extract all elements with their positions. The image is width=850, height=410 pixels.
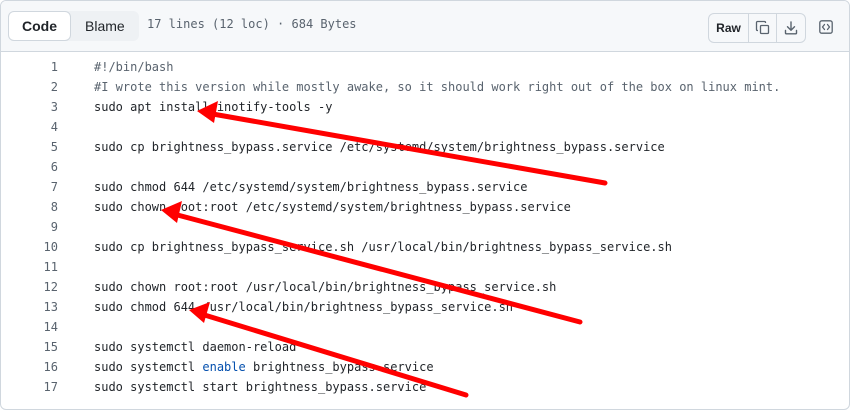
line-content: sudo chown root:root /etc/systemd/system… (94, 200, 571, 214)
line-content: sudo cp brightness_bypass_service.sh /us… (94, 240, 672, 254)
code-line: 14 (1, 317, 849, 337)
line-content: sudo systemctl daemon-reload (94, 340, 297, 354)
code-line: 8 sudo chown root:root /etc/systemd/syste… (1, 197, 849, 217)
line-number[interactable]: 17 (1, 377, 58, 397)
download-button[interactable] (777, 14, 805, 42)
file-info: 17 lines (12 loc) · 684 Bytes (147, 17, 357, 31)
raw-button[interactable]: Raw (709, 14, 749, 42)
code-line: 6 (1, 157, 849, 177)
line-number[interactable]: 6 (1, 157, 58, 177)
line-number[interactable]: 4 (1, 117, 58, 137)
line-content: sudo apt install inotify-tools -y (94, 100, 333, 114)
code-line: 7 sudo chmod 644 /etc/systemd/system/brig… (1, 177, 849, 197)
line-number[interactable]: 8 (1, 197, 58, 217)
code-line: 4 (1, 117, 849, 137)
line-content: sudo chown root:root /usr/local/bin/brig… (94, 280, 557, 294)
line-content: #!/bin/bash (94, 60, 174, 74)
line-number[interactable]: 2 (1, 77, 58, 97)
code-line: 5 sudo cp brightness_bypass.service /etc/… (1, 137, 849, 157)
line-number[interactable]: 1 (1, 57, 58, 77)
line-number[interactable]: 7 (1, 177, 58, 197)
code-line: 11 (1, 257, 849, 277)
line-number[interactable]: 16 (1, 357, 58, 377)
line-number[interactable]: 12 (1, 277, 58, 297)
line-content: sudo chmod 644 /usr/local/bin/brightness… (94, 300, 514, 314)
code-text: sudo systemctl (94, 360, 203, 374)
file-header: Code Blame 17 lines (12 loc) · 684 Bytes… (1, 1, 849, 52)
line-number[interactable]: 3 (1, 97, 58, 117)
copy-raw-button[interactable] (749, 14, 777, 42)
line-number[interactable]: 5 (1, 137, 58, 157)
code-line: 15 sudo systemctl daemon-reload (1, 337, 849, 357)
code-listing: 1 #!/bin/bash 2 #I wrote this version while… (1, 57, 849, 397)
tab-code[interactable]: Code (8, 11, 71, 41)
download-icon (784, 21, 798, 35)
symbols-panel-icon (819, 20, 833, 34)
code-line: 1 #!/bin/bash (1, 57, 849, 77)
code-line: 10 sudo cp brightness_bypass_service.sh /… (1, 237, 849, 257)
line-number[interactable]: 14 (1, 317, 58, 337)
line-content: #I wrote this version while mostly awake… (94, 80, 781, 94)
line-number[interactable]: 10 (1, 237, 58, 257)
view-mode-toggle: Code Blame (8, 11, 139, 41)
file-actions: Raw (708, 13, 806, 43)
code-line: 12 sudo chown root:root /usr/local/bin/br… (1, 277, 849, 297)
line-number[interactable]: 9 (1, 217, 58, 237)
symbols-panel-button[interactable] (812, 13, 840, 41)
file-viewer: Code Blame 17 lines (12 loc) · 684 Bytes… (0, 0, 850, 410)
line-content: sudo systemctl start brightness_bypass.s… (94, 380, 427, 394)
code-line: 9 (1, 217, 849, 237)
tab-blame[interactable]: Blame (71, 11, 139, 41)
line-number[interactable]: 11 (1, 257, 58, 277)
line-content: sudo cp brightness_bypass.service /etc/s… (94, 140, 665, 154)
code-line: 13 sudo chmod 644 /usr/local/bin/brightne… (1, 297, 849, 317)
line-content: sudo chmod 644 /etc/systemd/system/brigh… (94, 180, 528, 194)
code-text: brightness_bypass.service (245, 360, 434, 374)
code-line: 17 sudo systemctl start brightness_bypass… (1, 377, 849, 397)
copy-icon (755, 20, 769, 35)
keyword-token: enable (202, 360, 246, 374)
line-number[interactable]: 15 (1, 337, 58, 357)
code-line: 16 sudo systemctl enable brightness_bypas… (1, 357, 849, 377)
line-content: sudo systemctl enable brightness_bypass.… (94, 357, 434, 377)
code-line: 2 #I wrote this version while mostly awak… (1, 77, 849, 97)
line-number[interactable]: 13 (1, 297, 58, 317)
code-line: 3 sudo apt install inotify-tools -y (1, 97, 849, 117)
